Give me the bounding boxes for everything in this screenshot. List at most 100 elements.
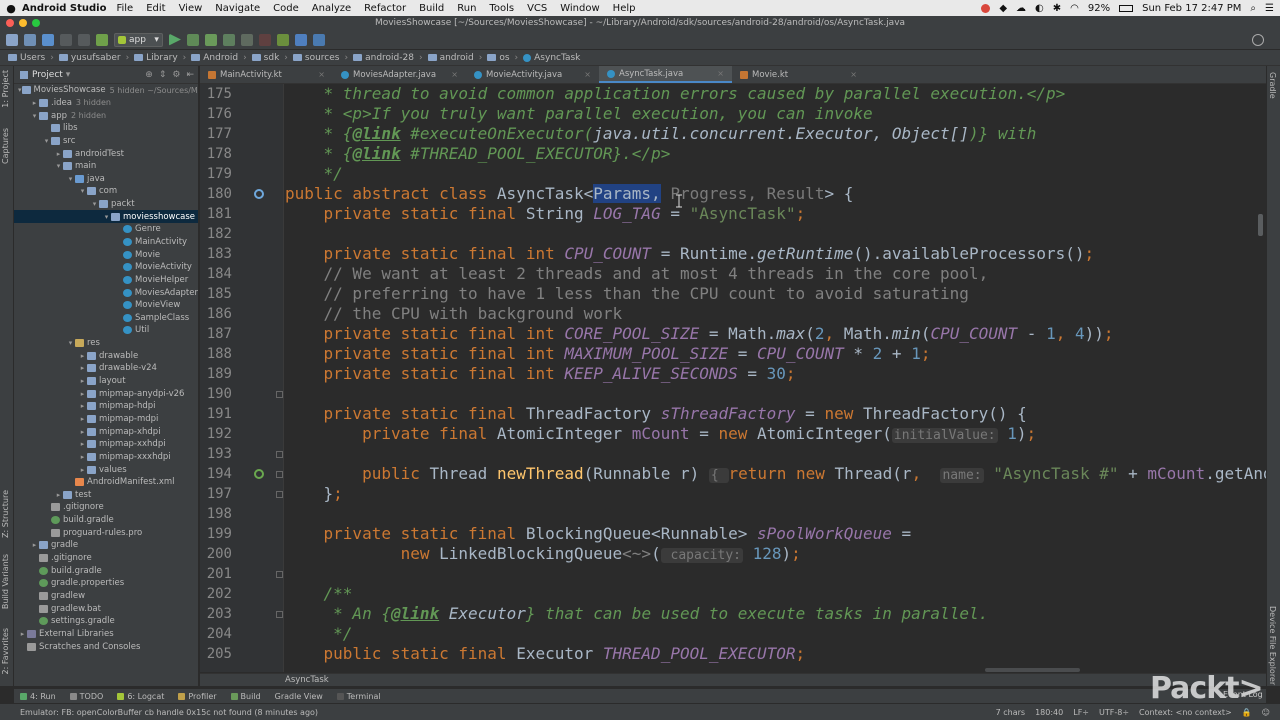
editor-breadcrumb[interactable]: AsyncTask [200,673,1266,686]
tree-item[interactable]: gradle.properties [14,577,198,590]
menu-view[interactable]: View [179,3,203,14]
profiler-tool-tab[interactable]: Profiler [178,692,217,701]
menu-refactor[interactable]: Refactor [364,3,406,14]
menu-code[interactable]: Code [273,3,299,14]
tree-item[interactable]: ▸ mipmap-anydpi-v26 [14,387,198,400]
code-line[interactable]: private static final BlockingQueue<Runna… [285,524,912,544]
tree-item[interactable]: MoviesAdapter [14,286,198,299]
structure-tool-tab[interactable]: Z: Structure [1,490,10,538]
code-line[interactable]: private static final ThreadFactory sThre… [285,404,1027,424]
chevron-down-icon[interactable]: ▾ [66,339,75,347]
tree-item[interactable]: ▾ app 2 hidden [14,109,198,122]
run-tool-tab[interactable]: 4: Run [20,692,56,701]
context-indicator[interactable]: Context: <no context> [1139,708,1232,717]
favorites-tool-tab[interactable]: 2: Favorites [1,628,10,674]
tree-item[interactable]: Movie [14,248,198,261]
apple-icon[interactable]: ● [0,2,22,15]
gear-icon[interactable]: ⚙ [172,70,180,80]
tree-item[interactable]: .gitignore [14,552,198,565]
line-separator[interactable]: LF÷ [1073,708,1089,717]
file-encoding[interactable]: UTF-8÷ [1099,708,1129,717]
sync-icon[interactable] [42,33,54,46]
close-window-icon[interactable] [6,19,14,27]
attach-debugger-icon[interactable] [240,33,253,46]
event-log-tab[interactable]: Event Log [1223,690,1263,699]
tree-item[interactable]: ▸ androidTest [14,147,198,160]
lock-icon[interactable]: 🔒 [1242,708,1252,717]
save-all-icon[interactable] [24,33,36,46]
project-view-select[interactable]: Project [32,70,63,80]
tree-item[interactable]: build.gradle [14,514,198,527]
code-line[interactable]: private final AtomicInteger mCount = new… [285,424,1036,446]
find-usages-icon[interactable] [254,189,264,199]
tree-item[interactable]: ▸ layout [14,375,198,388]
battery-text[interactable]: 92% [1088,3,1110,14]
build-variants-tool-tab[interactable]: Build Variants [1,554,10,609]
chevron-right-icon[interactable]: ▸ [78,390,87,398]
back-icon[interactable] [60,33,72,46]
menu-help[interactable]: Help [613,3,636,14]
tree-item[interactable]: ▸ values [14,463,198,476]
tree-item[interactable]: build.gradle [14,564,198,577]
code-line[interactable]: */ [285,164,343,184]
breadcrumb-item[interactable]: android [427,53,488,63]
breadcrumb-item[interactable]: android-28 [353,53,427,63]
code-line[interactable]: // preferring to have 1 less than the CP… [285,284,969,304]
tree-item[interactable]: MovieView [14,299,198,312]
breadcrumb-item[interactable]: yusufsaber [58,53,134,63]
chevron-right-icon[interactable]: ▸ [54,150,63,158]
chrome-icon[interactable] [981,3,991,13]
code-line[interactable]: * thread to avoid common application err… [285,84,1066,104]
tree-item[interactable]: ▸ mipmap-mdpi [14,413,198,426]
chevron-right-icon[interactable]: ▸ [78,377,87,385]
code-line[interactable]: * {@link #executeOnExecutor(java.util.co… [285,124,1037,144]
breadcrumb-item[interactable]: Library [134,53,191,63]
tree-item[interactable]: proguard-rules.pro [14,526,198,539]
fold-marker-icon[interactable] [276,491,283,498]
breadcrumb-item[interactable]: Android [191,53,251,63]
sync-icon[interactable]: ◐ [1035,3,1044,14]
chevron-down-icon[interactable]: ▾ [54,162,63,170]
run-config-select[interactable]: app [114,32,163,47]
clock[interactable]: Sun Feb 17 2:47 PM [1142,3,1241,14]
tree-item[interactable]: libs [14,122,198,135]
caret-position[interactable]: 180:40 [1035,708,1063,717]
breadcrumb-item[interactable]: AsyncTask [523,53,590,63]
status-message[interactable]: Emulator: FB: openColorBuffer cb handle … [20,708,318,717]
menu-run[interactable]: Run [457,3,476,14]
menu-vcs[interactable]: VCS [527,3,547,14]
avd-manager-icon[interactable] [276,33,289,46]
apply-changes-icon[interactable] [186,33,199,46]
code-line[interactable]: public abstract class AsyncTask<Params, … [285,184,853,204]
code-line[interactable]: private static final int MAXIMUM_POOL_SI… [285,344,931,364]
code-line[interactable]: new LinkedBlockingQueue<~>( capacity: 12… [285,544,801,566]
code-line[interactable]: * {@link #THREAD_POOL_EXECUTOR}.</p> [285,144,671,164]
run-icon[interactable] [168,33,181,46]
chevron-down-icon[interactable]: ▾ [18,86,22,94]
editor-tab[interactable]: Movie.kt × [732,66,865,83]
battery-icon[interactable] [1119,4,1134,12]
close-icon[interactable]: × [717,69,724,78]
menu-tools[interactable]: Tools [489,3,514,14]
tree-item[interactable]: ▸ drawable [14,349,198,362]
tree-item[interactable]: ▾ MoviesShowcase5 hidden ~/Sources/Movie [14,84,198,97]
code-line[interactable]: // We want at least 2 threads and at mos… [285,264,989,284]
forward-icon[interactable] [78,33,90,46]
sdk-manager-icon[interactable] [294,33,307,46]
code-line[interactable]: private static final int CORE_POOL_SIZE … [285,324,1114,344]
tree-item[interactable]: ▾ moviesshowcase [14,210,198,224]
fold-marker-icon[interactable] [276,571,283,578]
code-line[interactable]: public Thread newThread(Runnable r) { re… [285,464,1266,486]
chevron-down-icon[interactable]: ▾ [30,112,39,120]
menu-window[interactable]: Window [560,3,599,14]
make-project-icon[interactable] [96,33,108,46]
menu-app-name[interactable]: Android Studio [22,3,106,14]
chevron-right-icon[interactable]: ▸ [54,491,63,499]
fold-marker-icon[interactable] [276,391,283,398]
chevron-down-icon[interactable]: ▾ [102,213,111,221]
zoom-window-icon[interactable] [32,19,40,27]
menu-navigate[interactable]: Navigate [215,3,260,14]
tree-item[interactable]: ▾ packt [14,198,198,211]
editor-hscrollbar[interactable] [985,668,1080,672]
tree-item[interactable]: MainActivity [14,236,198,249]
